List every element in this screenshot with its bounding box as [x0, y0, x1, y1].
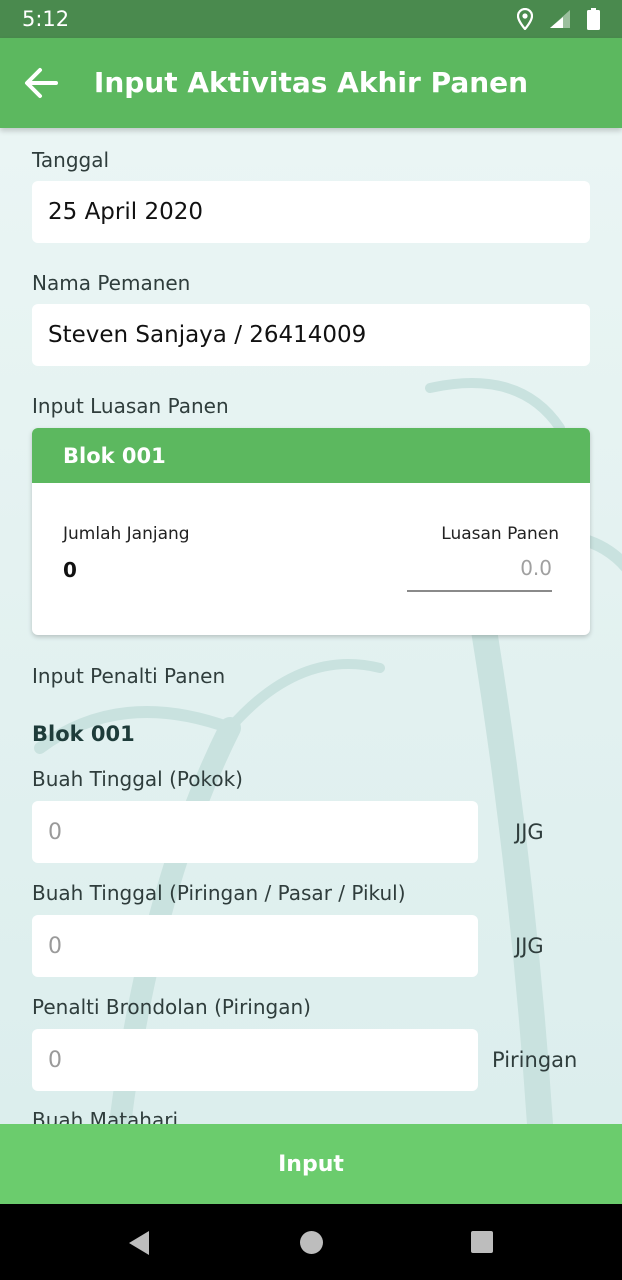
nav-home-icon[interactable] [299, 1230, 324, 1255]
page-title: Input Aktivitas Akhir Panen [93, 66, 529, 99]
buah-tinggal-piringan-unit: JJG [515, 934, 544, 958]
buah-tinggal-piringan-label: Buah Tinggal (Piringan / Pasar / Pikul) [32, 881, 406, 905]
status-icons [517, 8, 600, 30]
location-icon [517, 8, 533, 30]
input-submit-button[interactable]: Input [0, 1124, 622, 1204]
tanggal-value: 25 April 2020 [48, 199, 203, 225]
nav-back-icon[interactable] [127, 1230, 151, 1256]
penalti-section-label: Input Penalti Panen [32, 664, 226, 688]
app-bar: Input Aktivitas Akhir Panen [0, 38, 622, 128]
status-bar: 5:12 [0, 0, 622, 38]
nama-pemanen-value: Steven Sanjaya / 26414009 [48, 322, 367, 348]
signal-icon [550, 10, 570, 28]
nama-pemanen-label: Nama Pemanen [32, 271, 191, 295]
penalti-brondolan-unit: Piringan [492, 1048, 578, 1072]
status-time: 5:12 [22, 7, 70, 31]
penalti-blok-title: Blok 001 [32, 722, 135, 746]
penalti-brondolan-placeholder: 0 [48, 1047, 62, 1073]
luasan-card: Blok 001 Jumlah Janjang 0 Luasan Panen 0… [32, 428, 590, 635]
navigation-bar [0, 1204, 622, 1280]
nav-recents-icon[interactable] [470, 1230, 494, 1254]
luasan-panen-input[interactable]: 0.0 [407, 556, 552, 592]
nama-pemanen-field[interactable]: Steven Sanjaya / 26414009 [32, 304, 590, 366]
form-content[interactable]: Tanggal 25 April 2020 Nama Pemanen Steve… [0, 128, 622, 1124]
buah-tinggal-pokok-label: Buah Tinggal (Pokok) [32, 767, 243, 791]
buah-tinggal-pokok-input[interactable]: 0 [32, 801, 478, 863]
buah-tinggal-pokok-placeholder: 0 [48, 819, 62, 845]
luasan-section-label: Input Luasan Panen [32, 394, 229, 418]
buah-tinggal-piringan-input[interactable]: 0 [32, 915, 478, 977]
battery-icon [587, 8, 600, 30]
penalti-brondolan-label: Penalti Brondolan (Piringan) [32, 995, 311, 1019]
penalti-brondolan-input[interactable]: 0 [32, 1029, 478, 1091]
jumlah-janjang-label: Jumlah Janjang [63, 524, 190, 544]
buah-tinggal-piringan-placeholder: 0 [48, 933, 62, 959]
tanggal-field[interactable]: 25 April 2020 [32, 181, 590, 243]
jumlah-janjang-value: 0 [63, 558, 77, 582]
buah-matahari-label: Buah Matahari [32, 1108, 179, 1124]
luasan-card-title: Blok 001 [32, 428, 590, 483]
tanggal-label: Tanggal [32, 148, 110, 172]
luasan-panen-label: Luasan Panen [441, 524, 559, 544]
buah-tinggal-pokok-unit: JJG [515, 820, 544, 844]
